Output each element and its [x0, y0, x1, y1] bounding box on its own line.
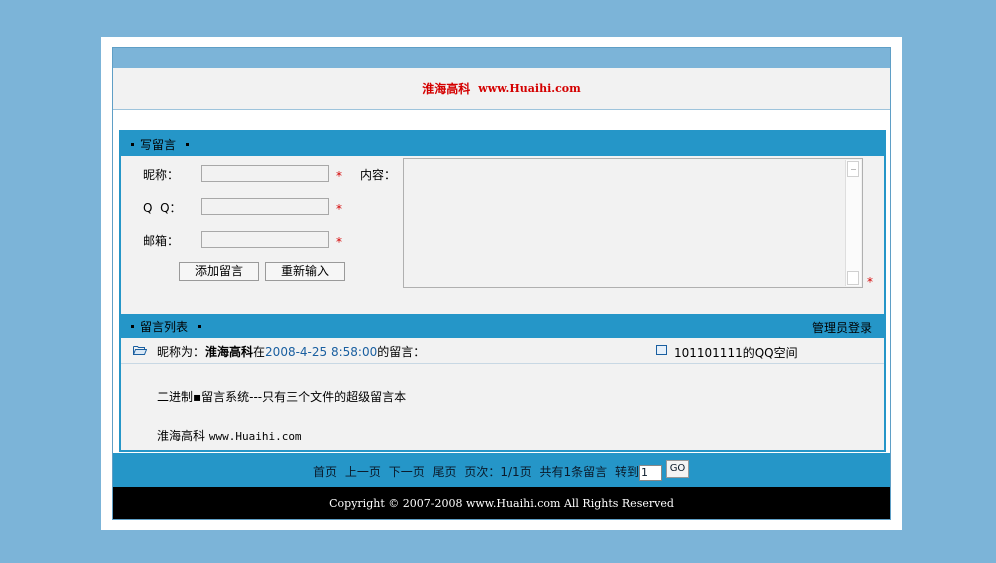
page-info: 页次：1/1页 [464, 465, 532, 479]
write-message-title: 写留言 [140, 137, 177, 152]
admin-login-link[interactable]: 管理员登录 [812, 319, 872, 336]
message-author: 淮海高科 [205, 345, 254, 359]
message-list-title: 留言列表 [140, 319, 189, 334]
add-message-button[interactable]: 添加留言 [179, 262, 259, 281]
site-url[interactable]: www.Huaihi.com [478, 82, 581, 95]
message-suffix: 的留言： [377, 345, 426, 359]
required-mark: * [336, 202, 342, 216]
bullet-icon [131, 324, 134, 328]
total-count: 共有1条留言 [539, 465, 608, 479]
required-mark: * [867, 275, 873, 289]
message-date: 2008-4-25 8:58:00 [265, 345, 378, 359]
page-frame: 淮海高科 www.Huaihi.com 写留言 昵称： * Q Q： * 邮箱：… [101, 37, 902, 530]
site-name: 淮海高科 [422, 82, 471, 96]
goto-label: 转到 [615, 465, 640, 479]
nick-prefix: 昵称为： [157, 345, 206, 359]
message-list-bar: 留言列表 管理员登录 [121, 314, 884, 338]
write-message-bar: 写留言 [121, 132, 884, 156]
required-mark: * [336, 235, 342, 249]
resize-grip-icon[interactable] [847, 271, 859, 285]
message-signature: 淮海高科 www.Huaihi.com [157, 427, 302, 444]
goto-page-input[interactable]: 1 [639, 464, 663, 481]
signature-url: www.Huaihi.com [208, 430, 302, 443]
folder-open-icon [133, 346, 147, 355]
message-body-line: 二进制▪留言系统---只有三个文件的超级留言本 [157, 390, 407, 404]
qq-space-icon[interactable] [656, 345, 667, 355]
required-mark: * [336, 169, 342, 183]
message-header: 昵称为：淮海高科在2008-4-25 8:58:00的留言： 101101111… [121, 338, 884, 364]
copyright-footer: Copyright © 2007-2008 www.Huaihi.com All… [113, 487, 890, 519]
qq-space-link[interactable]: 101101111的QQ空间 [674, 344, 798, 361]
nickname-label: 昵称： [143, 168, 180, 182]
content-textarea[interactable] [403, 158, 863, 288]
first-page-link[interactable]: 首页 [313, 465, 337, 479]
at-text: 在 [253, 345, 266, 359]
signature-name: 淮海高科 [157, 429, 206, 443]
bullet-icon [186, 142, 190, 146]
pagination: 首页 上一页 下一页 尾页 页次：1/1页 共有1条留言 转到1 页 [313, 463, 686, 481]
message-author-line: 昵称为：淮海高科在2008-4-25 8:58:00的留言： [157, 343, 425, 360]
guestbook-container: 淮海高科 www.Huaihi.com 写留言 昵称： * Q Q： * 邮箱：… [112, 47, 891, 520]
textarea-scrollbar[interactable] [845, 160, 861, 286]
site-header: 淮海高科 www.Huaihi.com [113, 68, 890, 110]
qq-label: Q Q： [143, 201, 182, 215]
email-label: 邮箱： [143, 234, 180, 248]
pagination-bar: 首页 上一页 下一页 尾页 页次：1/1页 共有1条留言 转到1 页 GO [113, 453, 890, 487]
qq-input[interactable] [201, 198, 329, 215]
nickname-input[interactable] [201, 165, 329, 182]
copyright-text: Copyright © 2007-2008 www.Huaihi.com All… [329, 496, 674, 510]
guestbook-panel: 写留言 昵称： * Q Q： * 邮箱： * 添加留言 重新输入 内容： * 留… [119, 130, 886, 452]
prev-page-link[interactable]: 上一页 [345, 465, 381, 479]
scroll-up-icon[interactable] [847, 161, 859, 177]
content-label: 内容： [360, 168, 397, 182]
next-page-link[interactable]: 下一页 [389, 465, 425, 479]
bullet-icon [131, 142, 134, 146]
top-band [113, 48, 890, 68]
go-button[interactable]: GO [666, 460, 689, 478]
email-input[interactable] [201, 231, 329, 248]
last-page-link[interactable]: 尾页 [433, 465, 457, 479]
reset-button[interactable]: 重新输入 [265, 262, 345, 281]
bullet-icon [198, 324, 202, 328]
